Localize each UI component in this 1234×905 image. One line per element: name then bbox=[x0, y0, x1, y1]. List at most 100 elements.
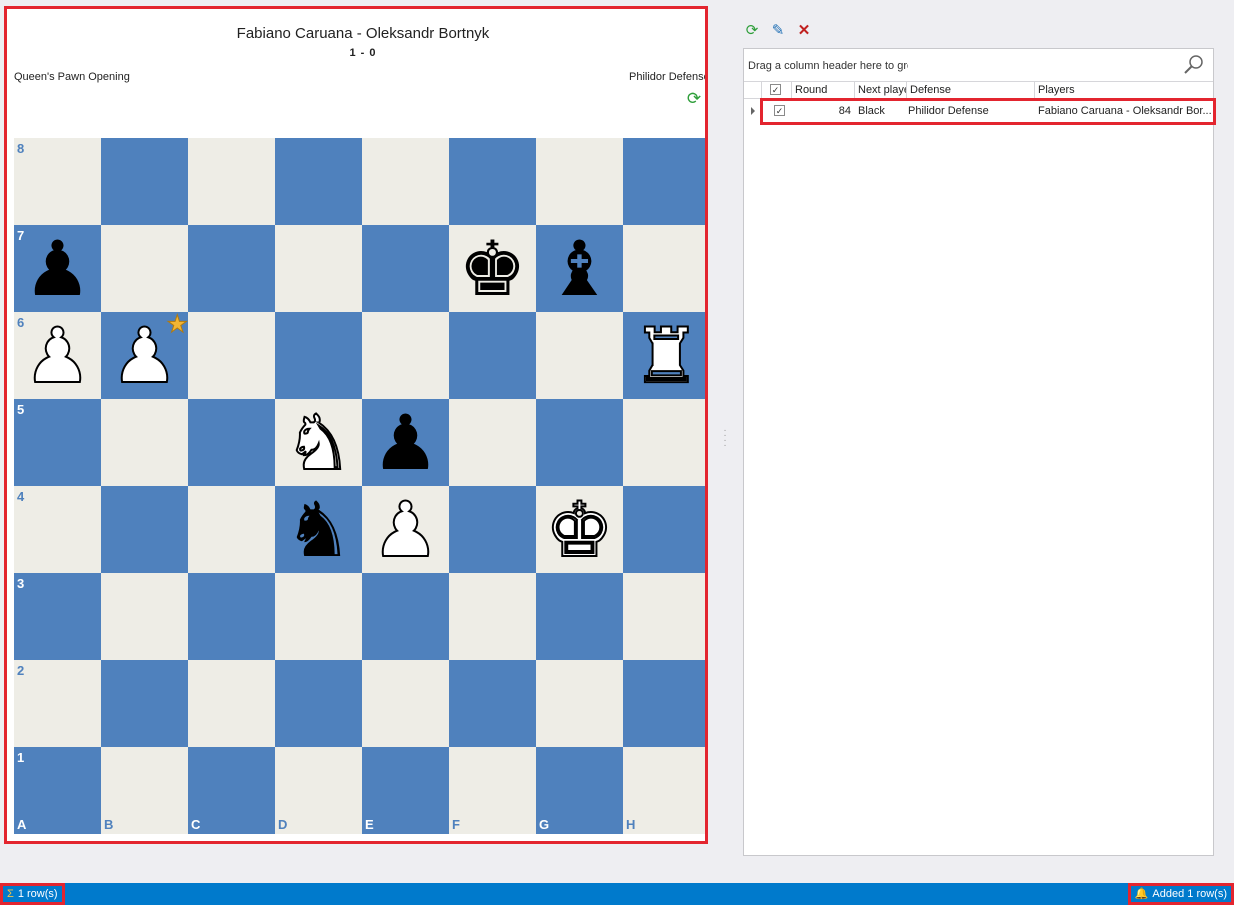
square-d3[interactable] bbox=[275, 573, 362, 660]
group-panel[interactable]: Drag a column header here to group by th… bbox=[744, 49, 1213, 82]
black-knight-icon[interactable]: ♞ bbox=[275, 486, 362, 573]
file-label: D bbox=[278, 817, 288, 832]
row-count-status[interactable]: Σ1 row(s) bbox=[0, 883, 65, 905]
square-b1[interactable]: B bbox=[101, 747, 188, 834]
splitter-grip-icon[interactable]: · · · · bbox=[722, 426, 728, 451]
square-f3[interactable] bbox=[449, 573, 536, 660]
square-a6[interactable]: 6 ♟ bbox=[14, 311, 101, 400]
square-e7[interactable] bbox=[362, 225, 449, 312]
square-e1[interactable]: E bbox=[362, 747, 449, 834]
column-header-defense[interactable]: Defense bbox=[907, 82, 1035, 99]
square-f5[interactable] bbox=[449, 399, 536, 486]
square-b4[interactable] bbox=[101, 486, 188, 573]
row-count-text: 1 row(s) bbox=[17, 888, 58, 900]
delete-icon[interactable]: ✕ bbox=[795, 22, 813, 40]
square-h6[interactable]: ♜ bbox=[623, 311, 705, 400]
rank-label: 1 bbox=[17, 750, 25, 765]
sigma-icon: Σ bbox=[7, 888, 14, 900]
square-e3[interactable] bbox=[362, 573, 449, 660]
square-b8[interactable] bbox=[101, 138, 188, 225]
square-b3[interactable] bbox=[101, 573, 188, 660]
square-b7[interactable] bbox=[101, 225, 188, 312]
square-a4[interactable]: 4 bbox=[14, 486, 101, 573]
square-h4[interactable] bbox=[623, 486, 705, 573]
square-f6[interactable] bbox=[449, 312, 536, 399]
square-d2[interactable] bbox=[275, 660, 362, 747]
square-c7[interactable] bbox=[188, 225, 275, 312]
group-panel-hint: Drag a column header here to group by th… bbox=[748, 60, 908, 72]
square-a1[interactable]: 1A bbox=[14, 747, 101, 834]
square-g7[interactable]: ♝ bbox=[536, 225, 623, 312]
square-a5[interactable]: 5 bbox=[14, 399, 101, 486]
square-g8[interactable] bbox=[536, 138, 623, 225]
square-g4[interactable]: ♚ bbox=[536, 485, 623, 574]
square-e4[interactable]: ♟ bbox=[362, 485, 449, 574]
square-a7[interactable]: 7 ♟ bbox=[14, 225, 101, 312]
square-b6[interactable]: ♟ ★ bbox=[101, 311, 188, 400]
square-e2[interactable] bbox=[362, 660, 449, 747]
square-g2[interactable] bbox=[536, 660, 623, 747]
square-d7[interactable] bbox=[275, 225, 362, 312]
square-g3[interactable] bbox=[536, 573, 623, 660]
square-d5[interactable]: ♞ bbox=[275, 398, 362, 487]
file-label: E bbox=[365, 817, 374, 832]
square-d8[interactable] bbox=[275, 138, 362, 225]
square-h5[interactable] bbox=[623, 399, 705, 486]
file-label: B bbox=[104, 817, 114, 832]
refresh-board-icon[interactable]: ⟳ bbox=[685, 90, 703, 108]
square-f1[interactable]: F bbox=[449, 747, 536, 834]
square-f7[interactable]: ♚ bbox=[449, 225, 536, 312]
square-g1[interactable]: G bbox=[536, 747, 623, 834]
square-h1[interactable]: H bbox=[623, 747, 705, 834]
file-label: F bbox=[452, 817, 460, 832]
square-d6[interactable] bbox=[275, 312, 362, 399]
square-f4[interactable] bbox=[449, 486, 536, 573]
edit-pencil-icon[interactable]: ✎ bbox=[769, 22, 787, 40]
square-c6[interactable] bbox=[188, 312, 275, 399]
notification-text: Added 1 row(s) bbox=[1152, 888, 1227, 900]
search-icon[interactable] bbox=[1183, 54, 1205, 76]
square-c8[interactable] bbox=[188, 138, 275, 225]
square-e5[interactable]: ♟ bbox=[362, 399, 449, 486]
square-d4[interactable]: ♞ bbox=[275, 486, 362, 573]
white-pawn-icon[interactable]: ♟ bbox=[362, 485, 449, 574]
square-a2[interactable]: 2 bbox=[14, 660, 101, 747]
square-b2[interactable] bbox=[101, 660, 188, 747]
square-c3[interactable] bbox=[188, 573, 275, 660]
square-c4[interactable] bbox=[188, 486, 275, 573]
square-f2[interactable] bbox=[449, 660, 536, 747]
select-all-checkbox[interactable]: ✓ bbox=[762, 82, 792, 99]
black-pawn-icon[interactable]: ♟ bbox=[362, 399, 449, 486]
square-a3[interactable]: 3 bbox=[14, 573, 101, 660]
white-knight-icon[interactable]: ♞ bbox=[275, 398, 362, 487]
black-pawn-icon[interactable]: ♟ bbox=[14, 225, 101, 312]
square-c1[interactable]: C bbox=[188, 747, 275, 834]
square-g6[interactable] bbox=[536, 312, 623, 399]
refresh-icon[interactable]: ⟳ bbox=[743, 22, 761, 40]
square-g5[interactable] bbox=[536, 399, 623, 486]
square-d1[interactable]: D bbox=[275, 747, 362, 834]
square-e6[interactable] bbox=[362, 312, 449, 399]
file-label: C bbox=[191, 817, 201, 832]
black-bishop-icon[interactable]: ♝ bbox=[536, 225, 623, 312]
notification-status[interactable]: 🔔 Added 1 row(s) bbox=[1127, 883, 1234, 905]
square-c2[interactable] bbox=[188, 660, 275, 747]
square-h8[interactable] bbox=[623, 138, 705, 225]
white-rook-icon[interactable]: ♜ bbox=[623, 311, 705, 400]
square-c5[interactable] bbox=[188, 399, 275, 486]
square-h7[interactable] bbox=[623, 225, 705, 312]
square-e8[interactable] bbox=[362, 138, 449, 225]
grid-header: ✓ Round Next player Defense Players bbox=[744, 82, 1213, 99]
square-f8[interactable] bbox=[449, 138, 536, 225]
column-header-next-player[interactable]: Next player bbox=[855, 82, 907, 99]
square-b5[interactable] bbox=[101, 399, 188, 486]
white-pawn-icon[interactable]: ♟ bbox=[14, 311, 101, 400]
column-header-round[interactable]: Round bbox=[792, 82, 855, 99]
grid-toolbar: ⟳ ✎ ✕ bbox=[743, 22, 813, 42]
black-king-icon[interactable]: ♚ bbox=[449, 225, 536, 312]
square-h2[interactable] bbox=[623, 660, 705, 747]
square-h3[interactable] bbox=[623, 573, 705, 660]
square-a8[interactable]: 8 bbox=[14, 138, 101, 225]
white-king-icon[interactable]: ♚ bbox=[536, 485, 623, 574]
column-header-players[interactable]: Players bbox=[1035, 82, 1213, 99]
